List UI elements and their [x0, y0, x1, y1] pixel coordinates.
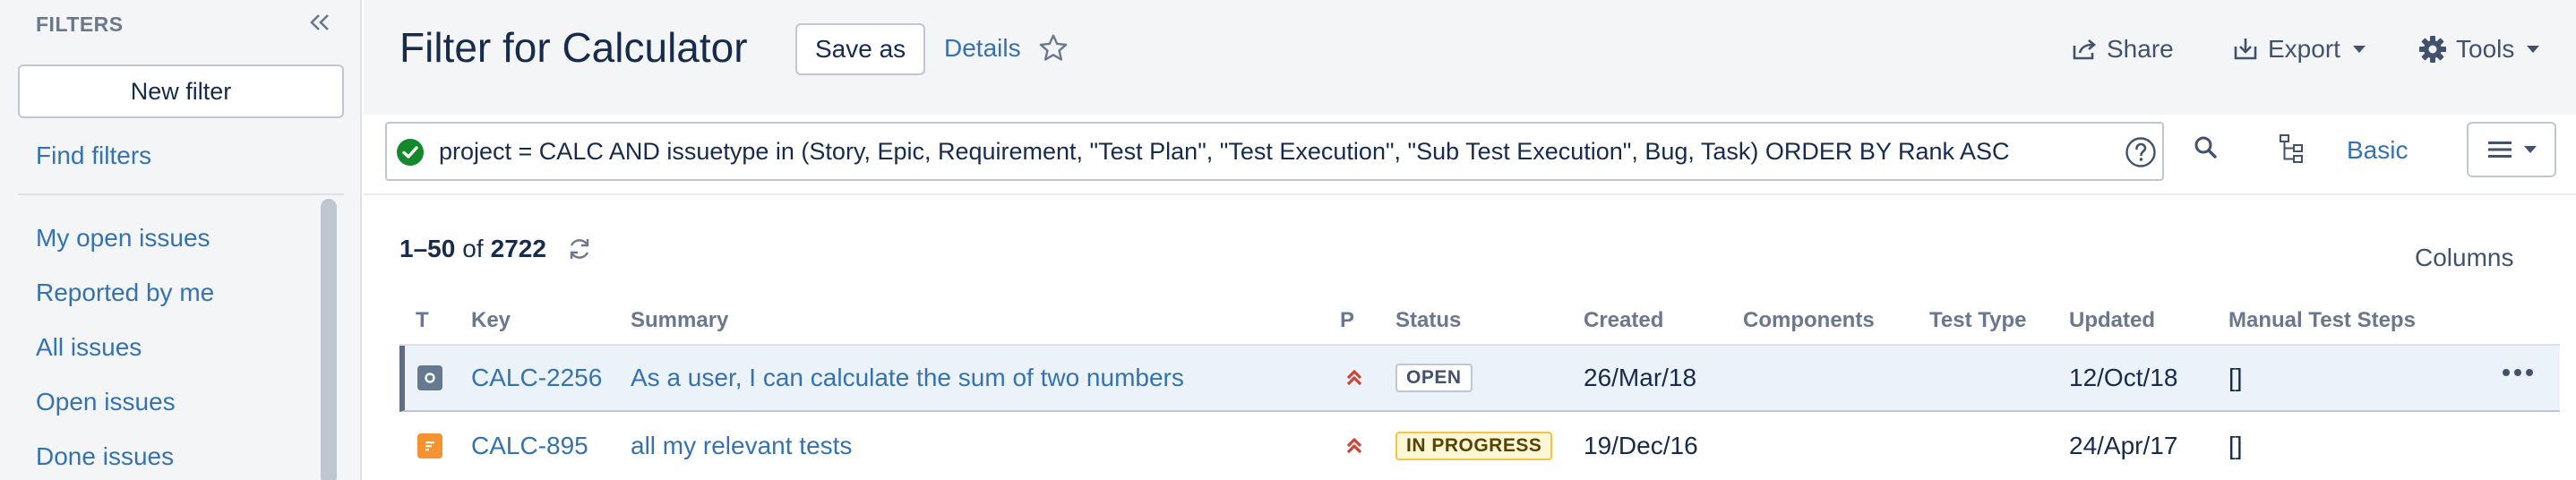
status-badge: OPEN — [1395, 364, 1473, 392]
sidebar-item-done-issues[interactable]: Done issues — [36, 442, 214, 480]
tools-button[interactable]: Tools — [2418, 30, 2540, 68]
jql-query-input[interactable]: project = CALC AND issuetype in (Story, … — [385, 122, 2164, 181]
find-filters-link[interactable]: Find filters — [36, 141, 151, 170]
highest-priority-icon — [1346, 438, 1362, 454]
page-title: Filter for Calculator — [399, 24, 748, 71]
sidebar-item-my-open-issues[interactable]: My open issues — [36, 224, 214, 279]
column-header-key[interactable]: Key — [471, 308, 511, 333]
chevron-down-icon — [2527, 46, 2540, 53]
columns-button[interactable]: Columns — [2415, 244, 2513, 272]
export-icon — [2234, 39, 2257, 60]
share-label: Share — [2107, 35, 2174, 63]
tools-label: Tools — [2456, 35, 2515, 63]
sidebar-scrollbar[interactable] — [321, 199, 337, 480]
status-badge: IN PROGRESS — [1395, 432, 1553, 460]
test-plan-icon — [417, 433, 442, 459]
results-count: 1–50 of 2722 — [399, 235, 593, 263]
valid-query-check-icon — [397, 139, 424, 166]
page-header: Filter for Calculator Save as Details Sh… — [364, 0, 2576, 115]
share-button[interactable]: Share — [2071, 30, 2174, 68]
results-total: 2722 — [490, 235, 546, 262]
new-filter-button[interactable]: New filter — [18, 64, 344, 118]
manual-test-steps-cell: [] — [2228, 432, 2243, 459]
column-header-created[interactable]: Created — [1584, 308, 1663, 333]
column-header-summary[interactable]: Summary — [631, 308, 728, 333]
table-row[interactable]: CALC-895 all my relevant tests IN PROGRE… — [399, 414, 2560, 480]
issue-summary-link[interactable]: As a user, I can calculate the sum of tw… — [631, 364, 1184, 392]
issue-summary-link[interactable]: all my relevant tests — [631, 432, 852, 460]
results-range: 1–50 — [399, 235, 456, 262]
updated-date: 24/Apr/17 — [2069, 432, 2178, 459]
help-icon[interactable] — [2125, 136, 2157, 168]
favorite-star-icon[interactable] — [1037, 32, 1069, 64]
issue-navigator: Filter for Calculator Save as Details Sh… — [364, 0, 2576, 480]
created-date: 26/Mar/18 — [1584, 364, 1697, 391]
save-as-button[interactable]: Save as — [795, 23, 926, 75]
hierarchy-icon[interactable] — [2279, 133, 2306, 165]
manual-test-steps-cell: [] — [2228, 364, 2243, 391]
divider — [364, 193, 2576, 195]
sidebar-divider — [18, 193, 344, 195]
column-header-status[interactable]: Status — [1395, 308, 1461, 333]
chevron-down-icon — [2524, 146, 2537, 153]
column-header-components[interactable]: Components — [1743, 308, 1875, 333]
sidebar-item-all-issues[interactable]: All issues — [36, 333, 214, 388]
column-header-priority[interactable]: P — [1340, 308, 1354, 333]
favorite-filters-list: My open issues Reported by me All issues… — [36, 224, 214, 480]
export-label: Export — [2268, 35, 2340, 63]
jql-query-text[interactable]: project = CALC AND issuetype in (Story, … — [439, 138, 2010, 166]
share-icon — [2073, 39, 2097, 60]
created-date: 19/Dec/16 — [1584, 432, 1698, 459]
chevron-down-icon — [2352, 46, 2366, 53]
updated-date: 12/Oct/18 — [2069, 364, 2178, 391]
results-of-label: of — [462, 235, 484, 262]
menu-icon — [2488, 141, 2512, 158]
story-icon — [417, 365, 442, 390]
highest-priority-icon — [1346, 370, 1362, 386]
collapse-sidebar-icon[interactable] — [305, 7, 335, 38]
column-header-type[interactable]: T — [416, 308, 429, 333]
view-options-button[interactable] — [2467, 122, 2556, 177]
more-actions-icon[interactable] — [2503, 369, 2533, 376]
details-link[interactable]: Details — [944, 34, 1021, 63]
column-header-test-type[interactable]: Test Type — [1929, 308, 2026, 333]
sidebar-heading: FILTERS — [36, 13, 124, 36]
column-header-updated[interactable]: Updated — [2069, 308, 2155, 333]
basic-search-toggle[interactable]: Basic — [2347, 136, 2408, 165]
sidebar-item-reported-by-me[interactable]: Reported by me — [36, 279, 214, 333]
table-row[interactable]: CALC-2256 As a user, I can calculate the… — [399, 346, 2560, 412]
refresh-icon[interactable] — [566, 236, 593, 262]
filters-sidebar: FILTERS New filter Find filters My open … — [0, 0, 362, 480]
export-button[interactable]: Export — [2232, 30, 2366, 68]
column-header-manual-test-steps[interactable]: Manual Test Steps — [2228, 308, 2416, 333]
gear-icon — [2419, 36, 2446, 63]
sidebar-item-open-issues[interactable]: Open issues — [36, 388, 214, 442]
issue-key-link[interactable]: CALC-895 — [471, 432, 588, 460]
issue-key-link[interactable]: CALC-2256 — [471, 364, 602, 392]
search-icon[interactable] — [2191, 133, 2221, 163]
